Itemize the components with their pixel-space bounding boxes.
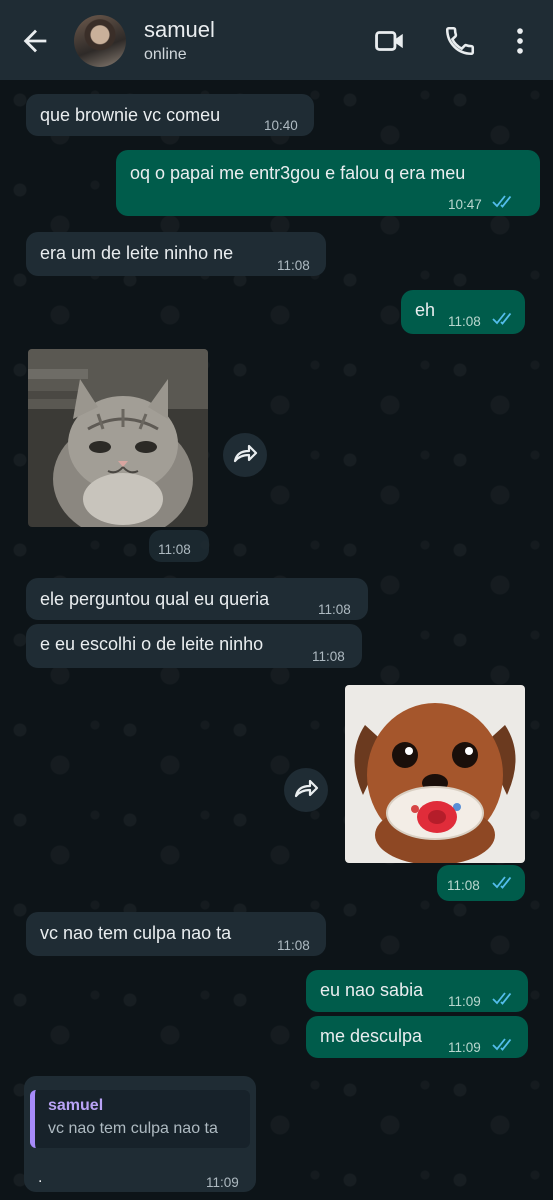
read-ticks-icon [492, 876, 512, 889]
back-arrow-icon[interactable] [18, 24, 52, 58]
message-text: e eu escolhi o de leite ninho [40, 634, 264, 654]
message-text: eh [415, 300, 436, 320]
message-incoming[interactable]: era um de leite ninho ne 11:08 [26, 232, 326, 276]
message-text: . [38, 1169, 43, 1186]
message-time: 10:47 [448, 197, 482, 212]
cat-sticker[interactable] [28, 349, 208, 527]
message-text: que brownie vc comeu [40, 105, 221, 125]
more-vert-icon[interactable] [503, 24, 537, 58]
quoted-text: vc nao tem culpa nao ta [48, 1120, 218, 1137]
message-time: 11:09 [448, 1040, 481, 1055]
message-time: 11:08 [447, 878, 480, 893]
message-text: vc nao tem culpa nao ta [40, 923, 232, 943]
message-time: 11:09 [206, 1175, 239, 1190]
puppy-sticker[interactable] [345, 685, 525, 863]
message-outgoing[interactable]: me desculpa 11:09 [306, 1016, 528, 1058]
chat-header: samuel online [0, 0, 553, 80]
message-incoming[interactable]: e eu escolhi o de leite ninho 11:08 [26, 624, 362, 668]
read-ticks-icon [492, 992, 512, 1005]
message-text: me desculpa [320, 1026, 423, 1046]
message-time: 11:08 [312, 649, 345, 664]
contact-status: online [144, 46, 187, 63]
message-incoming[interactable]: que brownie vc comeu 10:40 [26, 94, 314, 136]
message-time: 11:08 [158, 542, 191, 557]
message-text: eu nao sabia [320, 980, 424, 1000]
forward-icon [233, 444, 258, 463]
message-text: ele perguntou qual eu queria [40, 589, 270, 609]
sticker-time-badge: 11:08 [149, 530, 209, 562]
avatar[interactable] [74, 15, 126, 67]
message-time: 11:08 [277, 258, 310, 273]
message-incoming[interactable]: ele perguntou qual eu queria 11:08 [26, 578, 368, 620]
message-outgoing[interactable]: eu nao sabia 11:09 [306, 970, 528, 1012]
forward-icon [294, 779, 319, 798]
message-incoming[interactable]: vc nao tem culpa nao ta 11:08 [26, 912, 326, 956]
message-time: 11:08 [318, 602, 351, 617]
message-text: era um de leite ninho ne [40, 243, 234, 263]
read-ticks-icon [492, 312, 512, 325]
message-outgoing[interactable]: eh 11:08 [401, 290, 525, 334]
quoted-message[interactable]: samuel vc nao tem culpa nao ta [30, 1090, 250, 1148]
message-time: 11:09 [448, 994, 481, 1009]
read-ticks-icon [492, 195, 512, 208]
contact-name[interactable]: samuel [144, 17, 215, 43]
phone-icon[interactable] [443, 24, 477, 58]
message-time: 10:40 [264, 118, 298, 133]
sticker-time-badge: 11:08 [437, 865, 525, 901]
forward-button[interactable] [284, 768, 328, 812]
forward-button[interactable] [223, 433, 267, 477]
read-ticks-icon [492, 1038, 512, 1051]
message-outgoing[interactable]: oq o papai me entr3gou e falou q era meu… [116, 150, 540, 216]
message-time: 11:08 [448, 314, 481, 329]
video-call-icon[interactable] [373, 24, 407, 58]
message-text: oq o papai me entr3gou e falou q era meu [130, 163, 466, 183]
message-time: 11:08 [277, 938, 310, 953]
quoted-author: samuel [48, 1097, 104, 1114]
